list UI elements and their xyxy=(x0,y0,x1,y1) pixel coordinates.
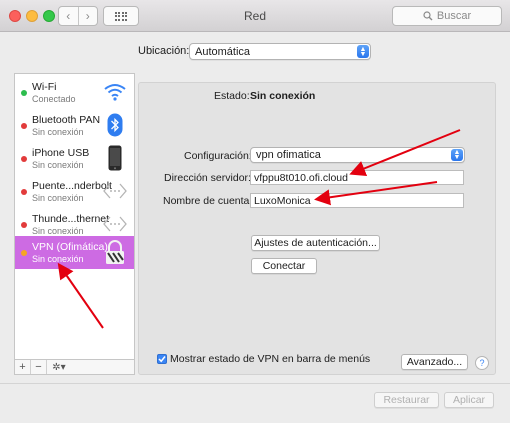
service-status: Conectado xyxy=(32,94,76,104)
service-name: VPN (Ofimática) xyxy=(32,241,108,253)
checkmark-icon xyxy=(158,356,166,363)
service-status: Sin conexión xyxy=(32,226,84,236)
show-vpn-status-checkbox[interactable] xyxy=(157,354,167,364)
revert-button[interactable]: Restaurar xyxy=(374,392,439,408)
service-list: Wi-Fi Conectado Bluetooth PAN Sin conexi… xyxy=(14,73,135,375)
server-address-field[interactable]: vfppu8t010.ofi.cloud xyxy=(250,170,464,185)
service-item-thunderbolt-bridge[interactable]: Puente...nderbolt Sin conexión xyxy=(15,175,134,208)
advanced-button[interactable]: Avanzado... xyxy=(401,354,468,370)
configuration-label: Configuración: xyxy=(184,150,252,162)
service-item-bluetooth-pan[interactable]: Bluetooth PAN Sin conexión xyxy=(15,109,134,142)
service-status: Sin conexión xyxy=(32,127,84,137)
service-name: Thunde...thernet xyxy=(32,213,110,225)
thunderbolt-bridge-icon xyxy=(102,178,128,204)
status-dot xyxy=(21,189,27,195)
search-placeholder: Buscar xyxy=(436,10,472,22)
thunderbolt-ethernet-icon xyxy=(102,211,128,237)
service-item-vpn[interactable]: VPN (Ofimática) Sin conexión xyxy=(15,236,134,269)
show-vpn-status-label: Mostrar estado de VPN en barra de menús xyxy=(170,353,371,365)
service-list-footer: + − ✲▾ xyxy=(14,359,135,375)
gear-menu-button[interactable]: ✲▾ xyxy=(47,360,71,374)
title-bar: ‹ › Red Buscar xyxy=(0,0,510,32)
service-status: Sin conexión xyxy=(32,160,84,170)
server-address-label: Dirección servidor: xyxy=(164,172,251,184)
add-service-button[interactable]: + xyxy=(15,360,31,374)
iphone-icon xyxy=(102,145,128,171)
configuration-value: vpn ofimatica xyxy=(256,149,321,161)
search-icon xyxy=(423,11,433,21)
service-name: iPhone USB xyxy=(32,147,90,159)
location-popup[interactable]: Automática ▲ ▼ xyxy=(189,43,371,60)
apply-button[interactable]: Aplicar xyxy=(444,392,494,408)
connect-button[interactable]: Conectar xyxy=(251,258,317,274)
account-name-field[interactable]: LuxoMonica xyxy=(250,193,464,208)
service-item-iphone-usb[interactable]: iPhone USB Sin conexión xyxy=(15,142,134,175)
detail-pane xyxy=(138,82,496,375)
service-status: Sin conexión xyxy=(32,193,84,203)
account-name-label: Nombre de cuenta: xyxy=(163,195,253,207)
service-item-wifi[interactable]: Wi-Fi Conectado xyxy=(15,76,134,109)
popup-stepper-icon: ▲ ▼ xyxy=(357,45,369,58)
configuration-popup[interactable]: vpn ofimatica ▲ ▼ xyxy=(250,147,465,163)
status-value: Sin conexión xyxy=(250,90,316,102)
status-label: Estado: xyxy=(214,90,250,102)
status-dot xyxy=(21,222,27,228)
service-name: Puente...nderbolt xyxy=(32,180,112,192)
bluetooth-icon xyxy=(102,112,128,138)
vpn-lock-icon xyxy=(102,239,128,265)
popup-stepper-icon: ▲ ▼ xyxy=(451,149,463,161)
service-name: Wi-Fi xyxy=(32,81,57,93)
status-dot xyxy=(21,156,27,162)
authentication-settings-button[interactable]: Ajustes de autenticación... xyxy=(251,235,380,251)
location-value: Automática xyxy=(195,45,251,58)
status-dot xyxy=(21,250,27,256)
status-dot xyxy=(21,123,27,129)
status-dot xyxy=(21,90,27,96)
help-button[interactable]: ? xyxy=(475,356,489,370)
wifi-icon xyxy=(102,79,128,105)
service-name: Bluetooth PAN xyxy=(32,114,101,126)
search-input[interactable]: Buscar xyxy=(392,6,502,26)
remove-service-button[interactable]: − xyxy=(31,360,47,374)
service-status: Sin conexión xyxy=(32,254,84,264)
location-label: Ubicación: xyxy=(138,45,190,57)
footer-divider xyxy=(0,383,510,384)
